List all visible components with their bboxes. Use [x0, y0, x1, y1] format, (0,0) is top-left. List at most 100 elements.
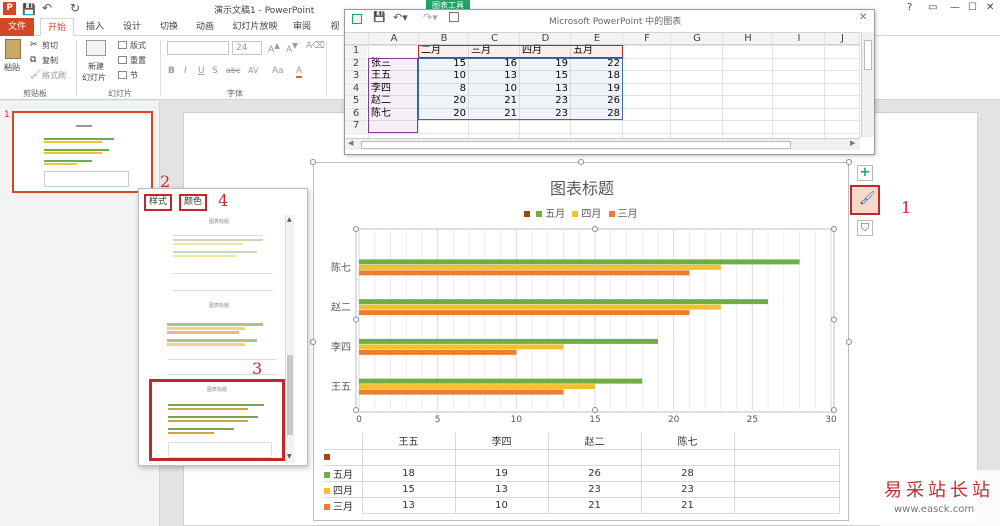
- ribbon-display-icon[interactable]: ▭: [928, 2, 937, 13]
- column-header[interactable]: B: [419, 33, 469, 45]
- vertical-scrollbar[interactable]: [861, 32, 874, 137]
- reset-button[interactable]: 重置: [130, 55, 146, 67]
- resize-handle[interactable]: [310, 159, 316, 165]
- tab-transitions[interactable]: 切换: [154, 18, 184, 36]
- row-header[interactable]: 1: [345, 45, 367, 57]
- new-slide-button-line2[interactable]: 幻灯片: [82, 72, 106, 84]
- column-header[interactable]: D: [520, 33, 571, 45]
- column-header[interactable]: F: [623, 33, 671, 45]
- chart-elements-button[interactable]: +: [857, 165, 873, 181]
- shadow-button[interactable]: S: [212, 66, 218, 76]
- scroll-up-icon[interactable]: ▲: [287, 216, 292, 223]
- bar: [359, 310, 690, 316]
- undo-icon[interactable]: ↶: [42, 1, 52, 15]
- tab-home[interactable]: 开始: [40, 18, 74, 36]
- cut-button[interactable]: 剪切: [42, 40, 58, 52]
- column-header[interactable]: A: [369, 33, 419, 45]
- scroll-thumb[interactable]: [361, 141, 791, 149]
- column-header[interactable]: E: [571, 33, 623, 45]
- underline-button[interactable]: U: [198, 66, 205, 76]
- font-size-dropdown[interactable]: 24: [232, 41, 262, 55]
- row-header[interactable]: 2: [345, 57, 367, 70]
- new-slide-icon[interactable]: [86, 40, 106, 56]
- sheet-grid[interactable]: A B C D E F G H I J 1 2 3 4 5 6 7 二月 三月 四月 五月 张三 15 16 19 22 王五 10 1…: [345, 32, 860, 138]
- section-button[interactable]: 节: [130, 70, 138, 82]
- paste-button[interactable]: 粘贴: [4, 62, 20, 74]
- brush-icon: 🖌: [859, 191, 876, 206]
- scroll-down-icon[interactable]: ▼: [287, 453, 292, 460]
- chart-object[interactable]: 图表标题 五月 四月 三月 0 5 10 15 20 25 30 陈七 赵二 李四 王五 王五 李四赵…: [310, 159, 852, 521]
- table-cell: 18: [361, 464, 456, 482]
- tab-slideshow[interactable]: 幻灯片放映: [228, 18, 282, 36]
- change-case-button[interactable]: Aa: [272, 66, 284, 76]
- style-thumb-bars: [173, 235, 263, 236]
- row-header[interactable]: 4: [345, 82, 367, 95]
- scroll-thumb[interactable]: [864, 40, 872, 70]
- layout-button[interactable]: 版式: [130, 40, 146, 52]
- tab-design[interactable]: 设计: [117, 18, 147, 36]
- maximize-icon[interactable]: ☐: [968, 2, 977, 13]
- table-cell: 13: [454, 480, 549, 498]
- resize-handle[interactable]: [310, 339, 316, 345]
- resize-handle[interactable]: [846, 159, 852, 165]
- copy-button[interactable]: 复制: [42, 55, 58, 67]
- chart-data-sheet-window: 💾 ↶▾ ↷▾ Microsoft PowerPoint 中的图表 ✕ ABCD…: [344, 9, 875, 155]
- column-header[interactable]: I: [773, 33, 825, 45]
- style-option-1[interactable]: 图表标题: [155, 215, 283, 293]
- plot-resize-handle: [831, 407, 837, 413]
- resize-handle[interactable]: [578, 159, 584, 165]
- table-cell: 15: [361, 480, 456, 498]
- row-header[interactable]: 3: [345, 70, 367, 82]
- italic-button[interactable]: I: [184, 66, 187, 76]
- style-thumb-bar: [167, 331, 239, 334]
- chart-styles-button[interactable]: 🖌: [850, 185, 880, 215]
- undo-icon[interactable]: ↶▾: [393, 11, 408, 24]
- table-cell: [640, 448, 735, 466]
- row-header[interactable]: 7: [345, 120, 367, 132]
- format-painter-button[interactable]: 格式刷: [42, 70, 66, 82]
- close-icon[interactable]: ✕: [986, 2, 994, 13]
- resize-handle[interactable]: [846, 339, 852, 345]
- slide-thumbnail[interactable]: [12, 111, 153, 193]
- font-color-button[interactable]: A: [296, 66, 303, 78]
- save-icon[interactable]: 💾: [22, 3, 36, 16]
- tab-style[interactable]: 样式: [144, 194, 172, 211]
- save-icon[interactable]: 💾: [373, 12, 385, 23]
- font-name-dropdown[interactable]: [167, 41, 229, 55]
- help-icon[interactable]: ?: [907, 2, 912, 13]
- style-option-3-selected[interactable]: 图表标题: [149, 379, 285, 461]
- spacing-button[interactable]: AV: [248, 66, 258, 75]
- clear-format-icon[interactable]: A⌫: [306, 41, 325, 51]
- chart-filter-button[interactable]: ⛉: [857, 220, 873, 236]
- redo-icon[interactable]: ↷▾: [423, 11, 438, 24]
- horizontal-scrollbar[interactable]: ◀ ▶: [345, 138, 860, 150]
- paste-icon[interactable]: [5, 39, 21, 59]
- tab-insert[interactable]: 插入: [80, 18, 110, 36]
- tab-animations[interactable]: 动画: [190, 18, 220, 36]
- shrink-font-icon[interactable]: A▼: [286, 41, 298, 55]
- close-icon[interactable]: ✕: [859, 12, 867, 23]
- strikethrough-button[interactable]: abc: [226, 66, 240, 75]
- redo-icon[interactable]: ↻: [70, 1, 80, 15]
- style-option-2[interactable]: 图表标题: [155, 299, 283, 377]
- column-header[interactable]: C: [469, 33, 520, 45]
- tab-color[interactable]: 颜色: [179, 194, 207, 211]
- scroll-left-icon[interactable]: ◀: [348, 139, 353, 147]
- minimize-icon[interactable]: —: [950, 2, 960, 13]
- column-header[interactable]: J: [825, 33, 860, 45]
- plot-resize-handle: [353, 407, 359, 413]
- scroll-thumb[interactable]: [287, 355, 293, 435]
- column-header[interactable]: H: [723, 33, 773, 45]
- edit-data-icon[interactable]: [449, 12, 459, 22]
- column-header[interactable]: G: [671, 33, 723, 45]
- style-pane-scrollbar[interactable]: ▲ ▼: [285, 215, 294, 463]
- table-cell: 10: [454, 496, 549, 514]
- row-header[interactable]: 6: [345, 107, 367, 120]
- bold-button[interactable]: B: [168, 66, 175, 76]
- scroll-right-icon[interactable]: ▶: [850, 139, 855, 147]
- tab-file[interactable]: 文件: [0, 18, 34, 36]
- tab-review[interactable]: 审阅: [288, 18, 316, 36]
- tab-view[interactable]: 视: [326, 18, 344, 36]
- row-header[interactable]: 5: [345, 95, 367, 107]
- grow-font-icon[interactable]: A▲: [268, 41, 280, 55]
